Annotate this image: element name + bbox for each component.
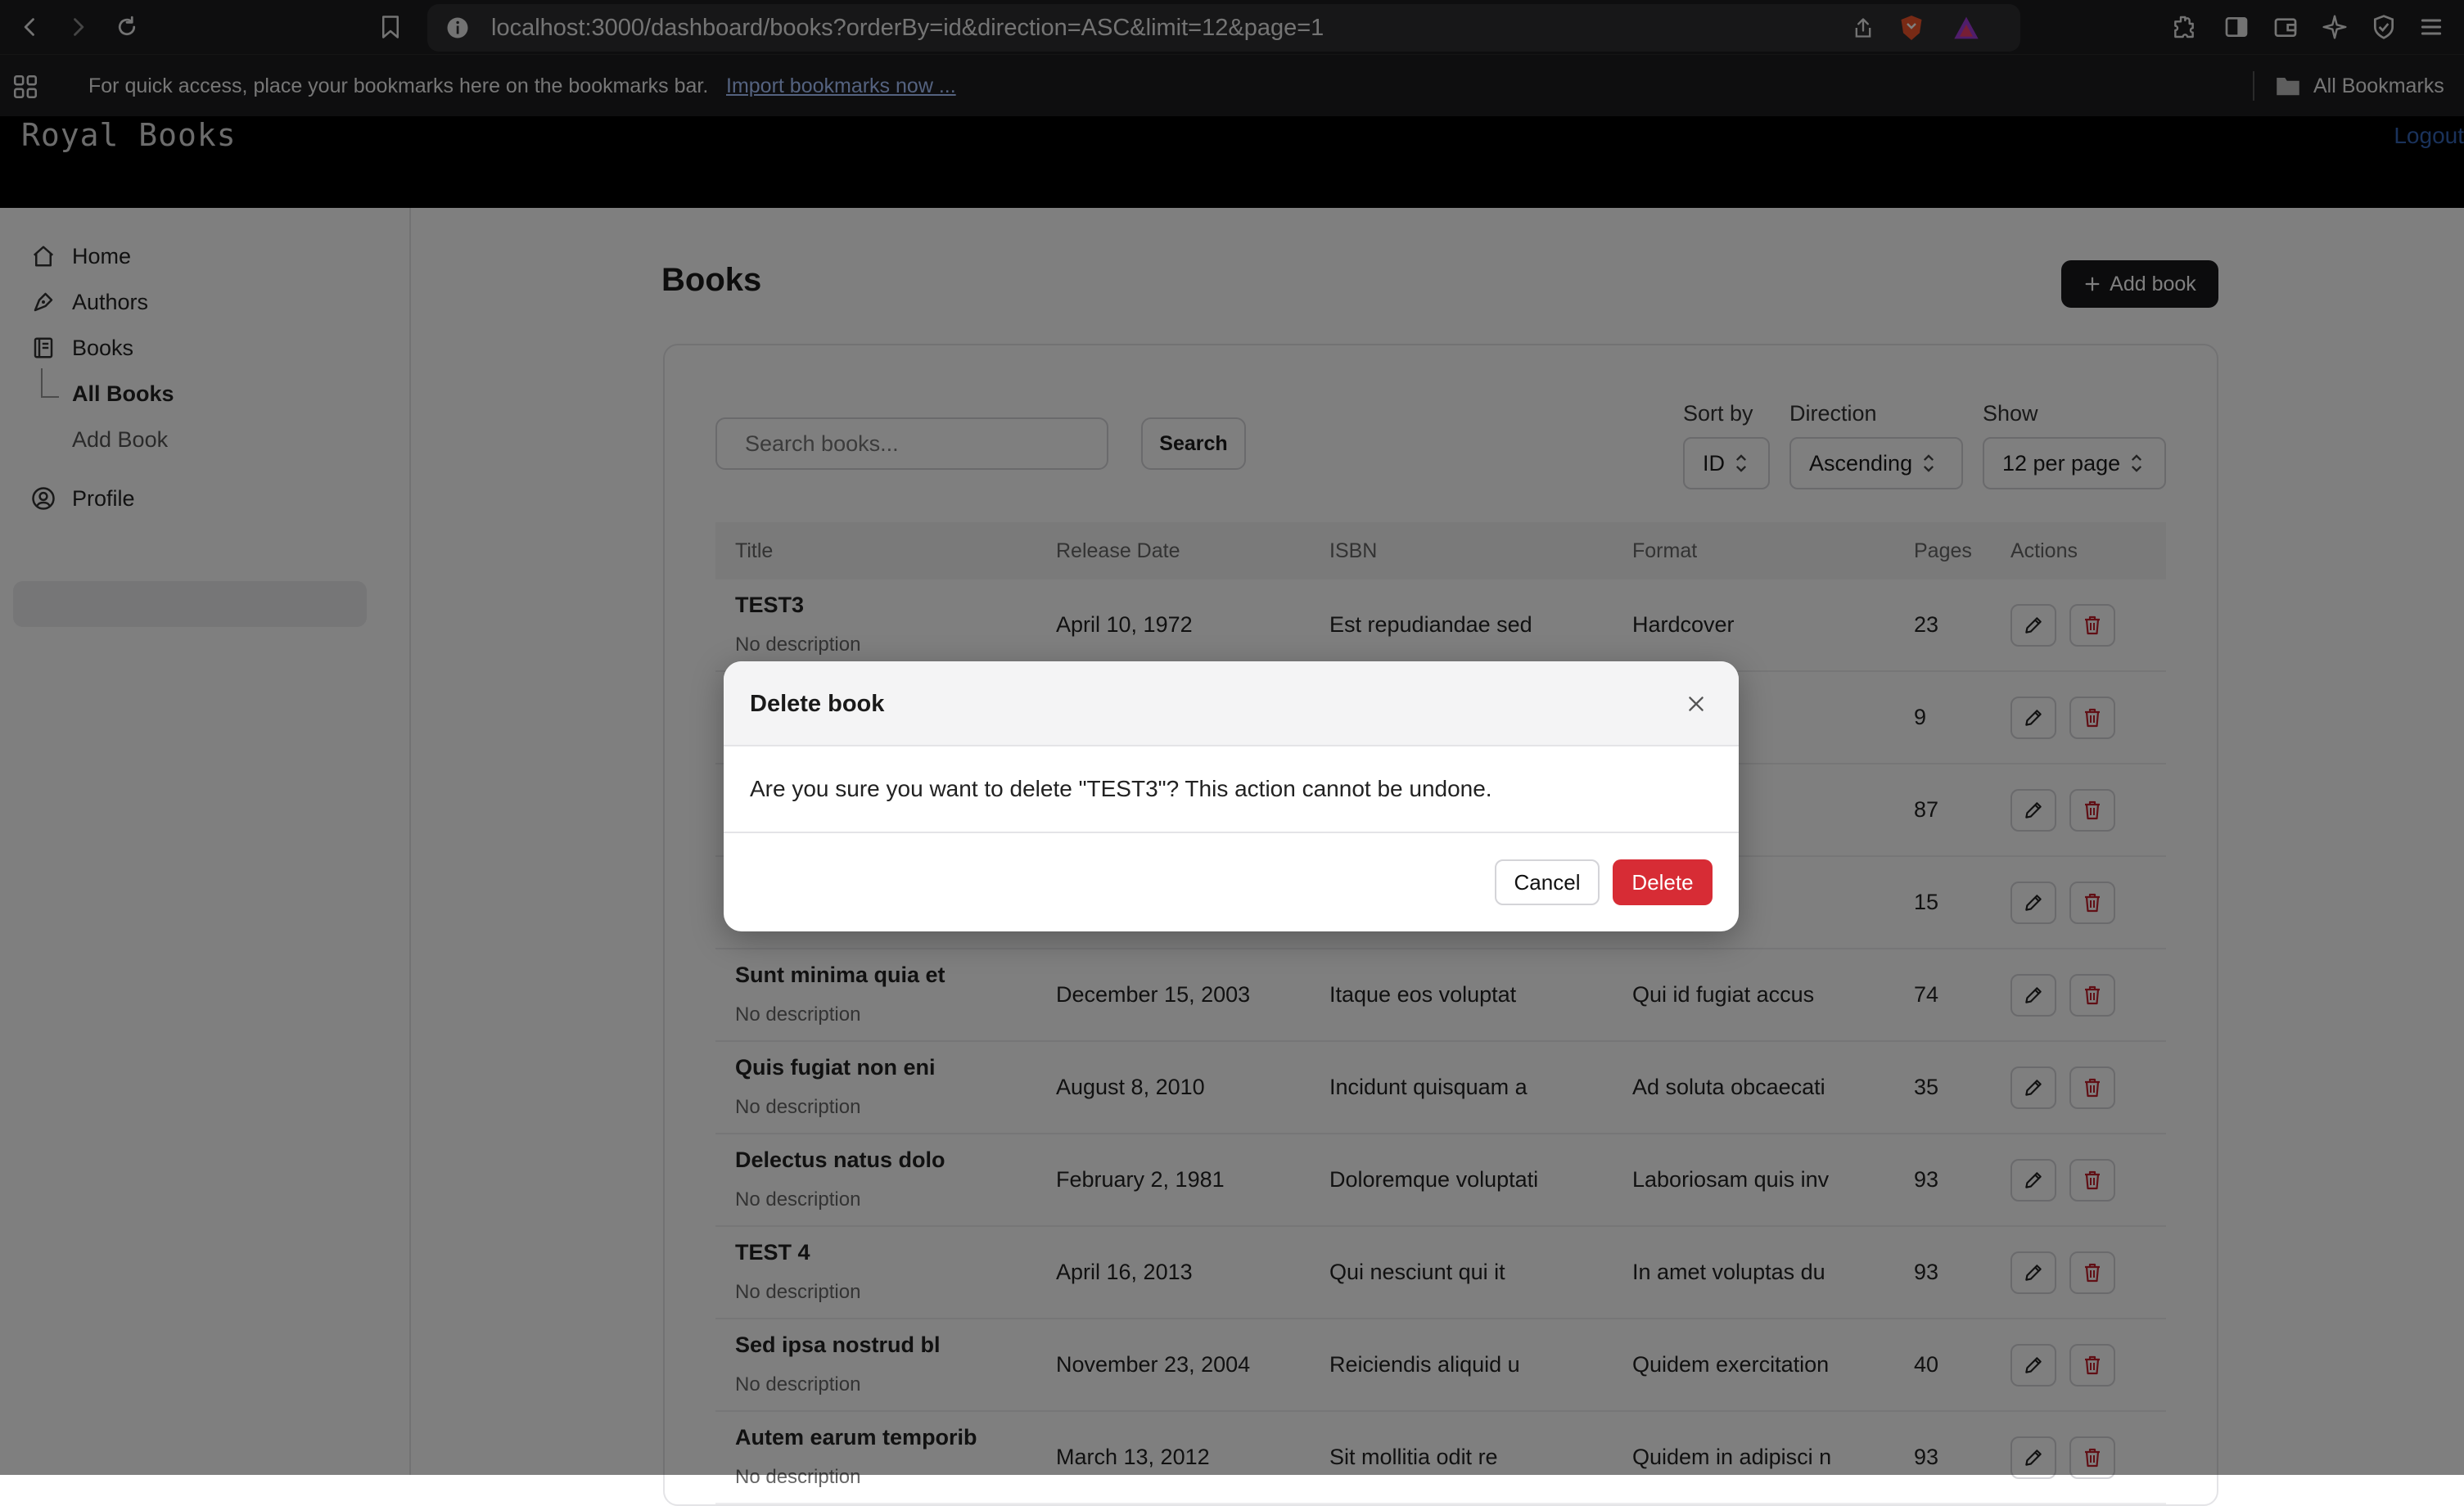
dialog-message: Are you sure you want to delete "TEST3"?… — [750, 776, 1492, 801]
delete-book-dialog: Delete book Are you sure you want to del… — [724, 661, 1739, 931]
dialog-title: Delete book — [750, 691, 885, 717]
cancel-button[interactable]: Cancel — [1495, 859, 1600, 905]
dialog-header: Delete book — [724, 661, 1739, 746]
dialog-footer: Cancel Delete — [724, 832, 1739, 931]
close-icon[interactable] — [1680, 688, 1713, 720]
delete-button[interactable]: Delete — [1613, 859, 1713, 905]
